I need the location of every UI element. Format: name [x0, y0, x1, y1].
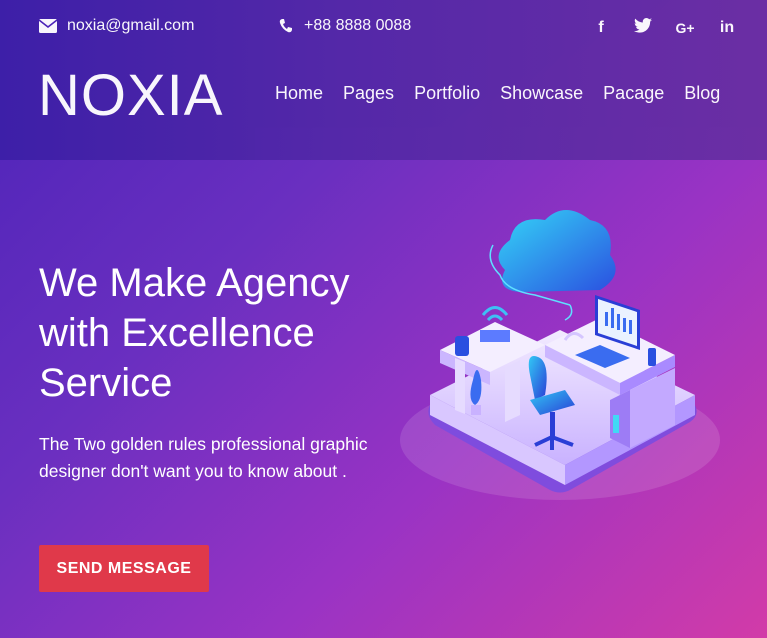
nav-item-pacage[interactable]: Pacage	[603, 83, 664, 104]
email-text: noxia@gmail.com	[67, 17, 195, 34]
facebook-icon[interactable]: f	[591, 19, 611, 37]
top-bar: noxia@gmail.com +88 8888 0088 f G+ in	[0, 0, 767, 54]
hero-title: We Make Agency with Excellence Service	[39, 261, 350, 405]
email-contact[interactable]: noxia@gmail.com	[39, 17, 194, 35]
isometric-office-illustration	[400, 210, 720, 500]
envelope-icon	[39, 19, 57, 33]
phone-contact[interactable]: +88 8888 0088	[278, 17, 411, 35]
send-message-button[interactable]: SEND MESSAGE	[39, 545, 209, 592]
header-bar: noxia@gmail.com +88 8888 0088 f G+ in NO…	[0, 0, 767, 160]
nav-item-pages[interactable]: Pages	[343, 83, 394, 104]
nav-item-showcase[interactable]: Showcase	[500, 83, 583, 104]
phone-icon	[279, 19, 292, 33]
hero-description: The Two golden rules professional graphi…	[39, 434, 368, 481]
nav-item-home[interactable]: Home	[275, 83, 323, 104]
twitter-icon[interactable]	[633, 18, 653, 38]
google-plus-icon[interactable]: G+	[675, 20, 695, 36]
site-logo[interactable]: NOXIA	[38, 62, 224, 129]
nav-item-blog[interactable]: Blog	[684, 83, 720, 104]
social-links: f G+ in	[591, 18, 737, 38]
main-nav: Home Pages Portfolio Showcase Pacage Blo…	[275, 83, 720, 104]
nav-item-portfolio[interactable]: Portfolio	[414, 83, 480, 104]
linkedin-icon[interactable]: in	[717, 19, 737, 37]
phone-text: +88 8888 0088	[304, 17, 412, 34]
